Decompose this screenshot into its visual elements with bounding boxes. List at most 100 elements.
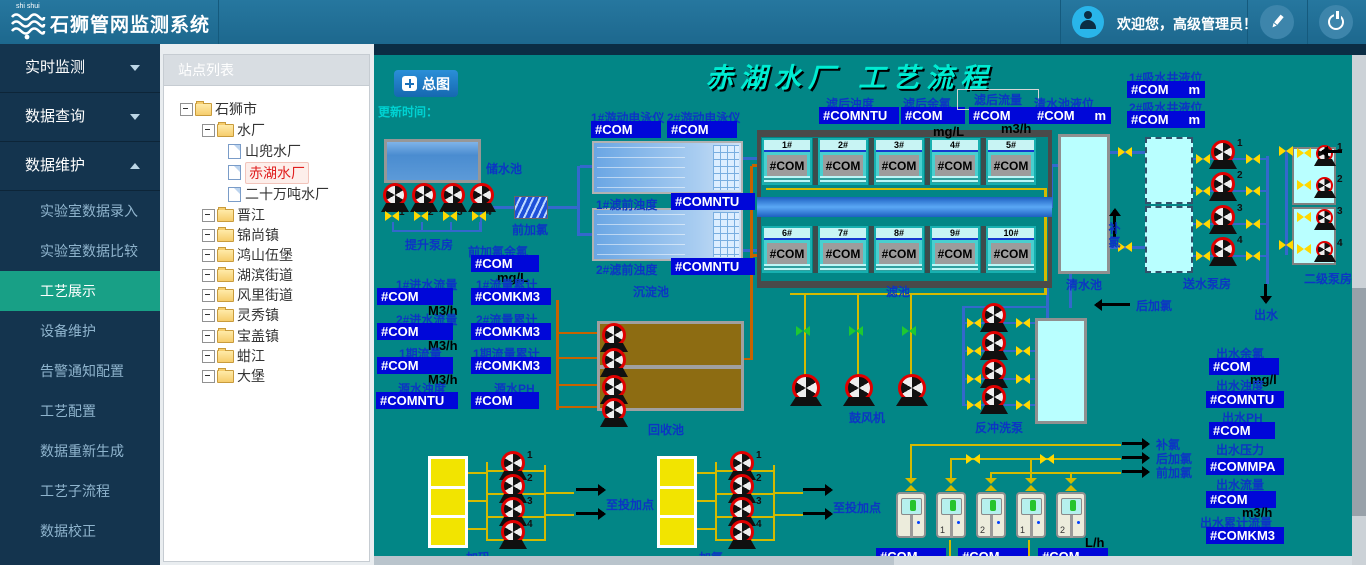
valve-icon [1246,154,1260,164]
chlorinator-device: 2 [1056,492,1086,538]
pre-chlorination-device [514,196,548,219]
valve-icon [1016,318,1030,328]
filter-value: #COM [767,155,807,177]
pipe-segment [697,472,715,474]
submenu-data-correction[interactable]: 数据校正 [0,511,160,551]
gauge-value-text: #COMNTU [823,108,887,123]
blower-icon [845,374,873,402]
pump-number: 4 [527,519,533,530]
delivery-pump-icon [1211,172,1235,196]
user-icon [1080,11,1096,27]
tree-toggle[interactable] [202,309,215,322]
label-delivery-pump-house: 送水泵房 [1183,275,1231,292]
tree-toggle[interactable] [202,249,215,262]
submenu-lab-data-entry[interactable]: 实验室数据录入 [0,191,160,231]
pipe-segment [468,472,486,474]
gauge-value-text: #COM [1037,108,1075,123]
menu-realtime-monitor[interactable]: 实时监测 [0,44,160,93]
tree-toggle[interactable] [202,330,215,343]
pump-number: 1 [399,207,405,218]
pump-number: 2 [527,473,533,484]
submenu-process-config[interactable]: 工艺配置 [0,391,160,431]
valve-icon [1246,186,1260,196]
overview-button[interactable]: 总图 [394,70,458,97]
filter-number: 2# [820,140,866,152]
tree-toggle[interactable] [202,209,215,222]
tree-toggle[interactable] [202,289,215,302]
tree-toggle[interactable] [202,350,215,363]
device-led [957,521,960,524]
gauge-value-text: #COM [381,289,419,304]
plus-icon [402,76,417,91]
flow-arrow [576,488,604,491]
tree-toggle[interactable] [202,229,215,242]
pump-number: 2 [1337,174,1343,185]
gauge-value: #COMm [1033,107,1111,124]
filter-unit: 5##COM [986,138,1036,185]
gauge-value: #COM [1209,422,1275,439]
valve-icon [1279,240,1293,250]
tree-toggle[interactable] [202,124,215,137]
filter-value: #COM [935,243,975,265]
divider [218,0,219,44]
filter-value: #COM [823,155,863,177]
submenu-data-regenerate[interactable]: 数据重新生成 [0,431,160,471]
chlorine-dosing-pump-icon [730,451,754,475]
gauge-value: #COMNTU [671,193,755,210]
filter-number: 6# [764,228,810,240]
vertical-scrollbar-thumb[interactable] [1352,288,1366,516]
valve-icon [967,374,981,384]
gauge-value: #COMMPA [1206,458,1284,475]
gauge-value: #COMNTU [1206,391,1284,408]
horizontal-scrollbar-thumb[interactable] [374,556,894,565]
pipe-segment [546,492,574,494]
pump-number: 1 [527,450,533,461]
submenu-device-maintenance[interactable]: 设备维护 [0,311,160,351]
chlorinator-device: 2 [976,492,1006,538]
tree-toggle[interactable] [202,370,215,383]
folder-icon [217,289,234,302]
gauge-value-text: #COMNTU [1210,392,1274,407]
gauge-value-text: #COMNTU [675,259,739,274]
valve-icon [1297,244,1311,254]
pipe-segment [486,462,488,541]
gauge-value-text: #COM [1131,112,1169,127]
device-screen [941,498,962,515]
device-screen [1061,498,1082,515]
dosing-cell [660,518,694,545]
menu-data-query[interactable]: 数据查询 [0,93,160,142]
gauge-value: #COM [667,121,737,138]
valve-icon [1297,180,1311,190]
recycle-pump-icon [602,323,626,347]
gauge-value-text: #COM [1131,82,1169,97]
submenu-alarm-notify-config[interactable]: 告警通知配置 [0,351,160,391]
pipe-segment [743,157,757,160]
suction-well-2-tank [1145,206,1193,273]
folder-icon [217,124,234,137]
device-screen [981,498,1002,515]
menu-data-maintenance[interactable]: 数据维护 [0,142,160,191]
pump-number: 1 [756,450,762,461]
tree-toggle[interactable] [180,103,193,116]
filter-unit: 1##COM [762,138,812,185]
submenu-process-subflow[interactable]: 工艺子流程 [0,471,160,511]
gauge-value: #COMNTU [819,107,899,124]
submenu-process-display[interactable]: 工艺展示 [0,271,160,311]
filter-value: #COM [991,155,1031,177]
lift-pump-icon [441,183,465,207]
gauge-unit: m [1188,82,1205,97]
pump-number: 3 [457,207,463,218]
tree-node-label: 石狮市 [215,99,257,119]
submenu-lab-data-compare[interactable]: 实验室数据比较 [0,231,160,271]
gauge-value-text: #COM [595,122,633,137]
gauge-value-text: #COMKM3 [1210,528,1275,543]
logout-button[interactable] [1319,5,1353,39]
meter-unit: L/h [1085,535,1105,550]
edit-button[interactable] [1260,5,1294,39]
gauge-unit: m [1188,112,1205,127]
chlorinator-device: 1 [1016,492,1046,538]
tree-toggle[interactable] [202,269,215,282]
pencil-icon [1266,11,1287,32]
gauge-label: 出水压力 [1216,441,1264,458]
lift-pump-icon [470,183,494,207]
